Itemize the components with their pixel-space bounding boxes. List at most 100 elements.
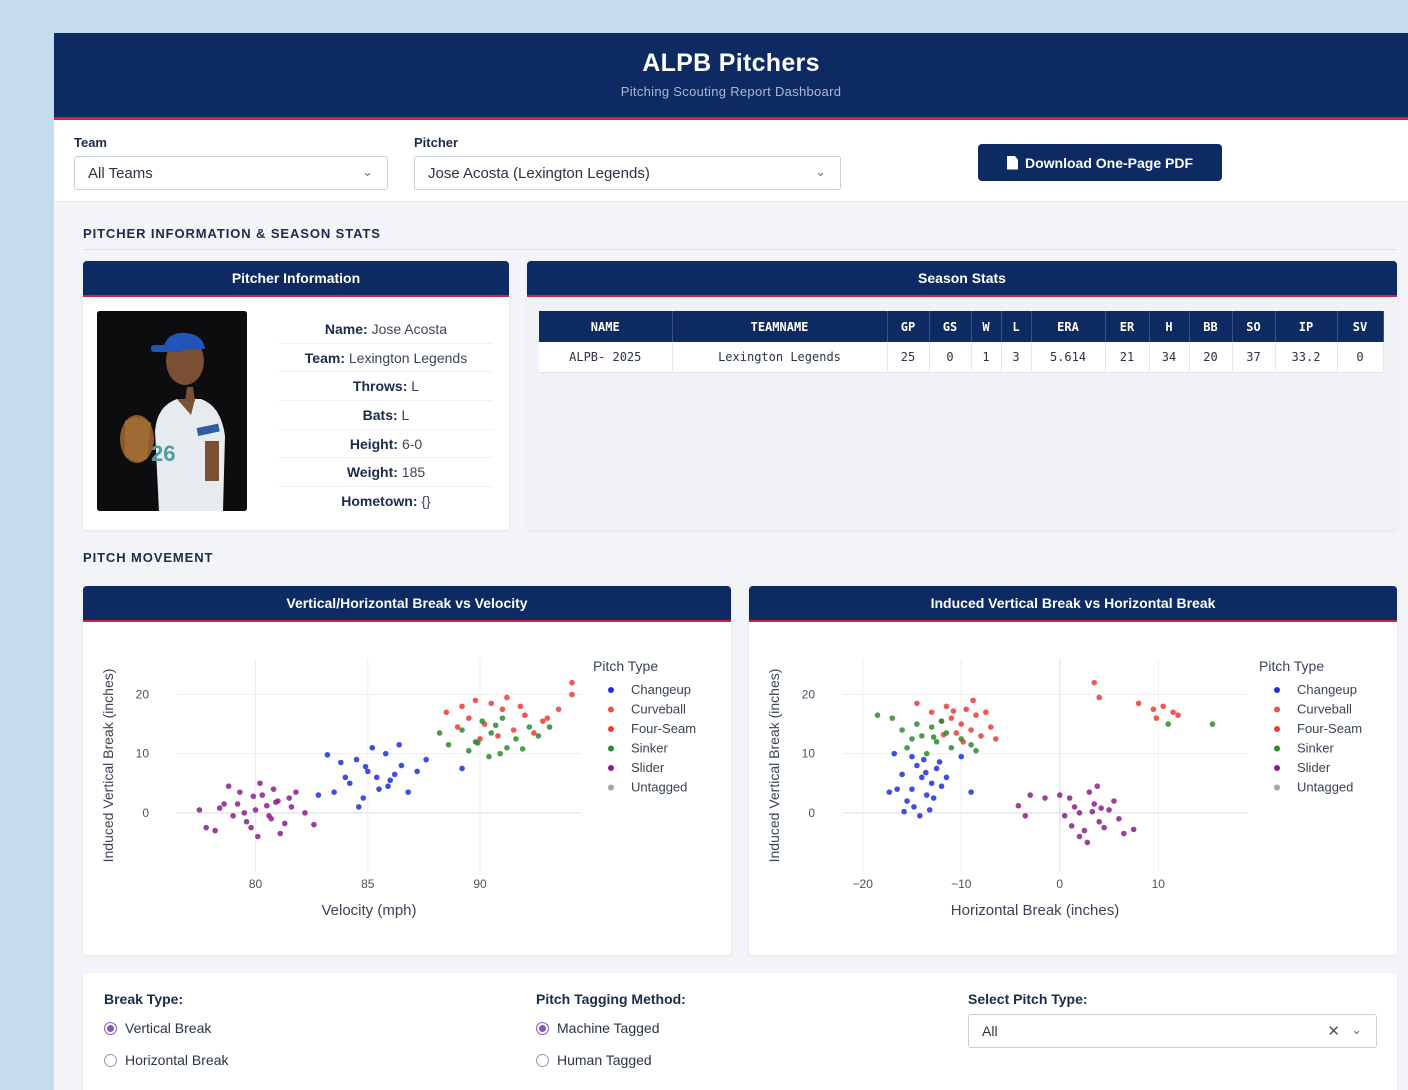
stats-col-era: ERA xyxy=(1031,311,1106,342)
legend-item-label: Untagged xyxy=(1297,780,1353,795)
data-point xyxy=(933,765,940,772)
data-point xyxy=(504,694,510,701)
data-point xyxy=(338,759,344,766)
radio-label: Horizontal Break xyxy=(125,1052,229,1068)
section-title-movement: PITCH MOVEMENT xyxy=(83,550,214,565)
data-point xyxy=(950,708,957,714)
radio-unselected-icon xyxy=(536,1053,549,1067)
top-controls: Team All Teams ⌄ Pitcher Jose Acosta (Le… xyxy=(54,120,1408,202)
data-point xyxy=(526,724,533,730)
document-icon xyxy=(1006,155,1018,170)
stats-col-teamname: TEAMNAME xyxy=(672,311,888,342)
data-point xyxy=(488,730,495,736)
data-point xyxy=(1027,792,1034,798)
data-point xyxy=(1042,795,1048,801)
team-select[interactable]: All Teams ⌄ xyxy=(74,156,388,190)
data-point xyxy=(899,727,905,733)
chart-legend: Pitch Type Changeup Curveball Four-Seam Sink… xyxy=(1259,658,1362,795)
pitch-type-select[interactable]: All ✕ ⌄ xyxy=(968,1014,1377,1048)
data-point xyxy=(958,753,965,760)
data-point xyxy=(216,805,223,811)
data-point xyxy=(930,795,937,801)
radio-machine-tagged[interactable]: Machine Tagged xyxy=(536,1020,659,1036)
data-point xyxy=(936,759,943,765)
radio-human-tagged[interactable]: Human Tagged xyxy=(536,1052,652,1068)
legend-marker xyxy=(608,726,614,732)
x-tick-label: 10 xyxy=(1152,877,1166,891)
data-point xyxy=(958,736,965,742)
data-point xyxy=(938,783,945,790)
data-point xyxy=(196,807,203,813)
radio-selected-icon xyxy=(536,1021,549,1035)
data-point xyxy=(1209,721,1216,727)
data-point xyxy=(1135,700,1142,707)
x-tick-label: 90 xyxy=(473,877,487,891)
data-point xyxy=(459,765,465,772)
chevron-down-icon[interactable]: ⌄ xyxy=(1351,1022,1362,1038)
legend-item-label: Curveball xyxy=(1297,702,1352,717)
stats-cell-teamname: Lexington Legends xyxy=(672,342,888,373)
data-point xyxy=(1076,810,1083,816)
data-point xyxy=(1130,826,1137,833)
download-pdf-button[interactable]: Download One-Page PDF xyxy=(978,144,1222,181)
data-point xyxy=(968,727,974,733)
data-point xyxy=(968,741,974,748)
data-point xyxy=(373,774,380,781)
data-point xyxy=(315,792,322,798)
data-point xyxy=(241,810,248,816)
data-point xyxy=(405,789,411,795)
legend-marker xyxy=(1274,706,1280,713)
series-sinker xyxy=(874,712,1216,757)
data-point xyxy=(398,762,405,769)
series-slider xyxy=(1015,783,1137,846)
team-label: Team xyxy=(74,135,107,150)
legend-marker xyxy=(1274,687,1280,693)
season-stats-card: Season Stats NAME TEAMNAME GP GS W L ERA… xyxy=(527,261,1397,530)
legend-item-label: Slider xyxy=(631,760,665,775)
data-point xyxy=(923,792,930,798)
data-point xyxy=(497,750,504,757)
pitcher-photo: 26 xyxy=(97,311,247,511)
data-point xyxy=(1175,712,1181,719)
stats-cell-bb: 20 xyxy=(1189,342,1233,373)
data-point xyxy=(488,700,495,707)
data-point xyxy=(909,786,915,792)
data-point xyxy=(1121,830,1127,837)
stats-col-sv: SV xyxy=(1337,311,1384,342)
data-point xyxy=(988,724,994,730)
data-point xyxy=(347,780,353,787)
legend-item-label: Slider xyxy=(1297,760,1331,775)
legend-title: Pitch Type xyxy=(593,658,658,674)
stats-cell-so: 37 xyxy=(1232,342,1276,373)
stats-col-l: L xyxy=(1001,311,1032,342)
series-four-seam xyxy=(914,679,1181,745)
data-point xyxy=(1091,679,1098,686)
info-row-name: Name: Jose Acosta xyxy=(279,315,493,344)
data-point xyxy=(943,774,950,781)
data-point xyxy=(362,763,369,770)
data-point xyxy=(1061,812,1068,819)
pitcher-info-list: Name: Jose Acosta Team: Lexington Legend… xyxy=(279,315,493,516)
legend-item-label: Untagged xyxy=(631,780,687,795)
radio-horizontal-break[interactable]: Horizontal Break xyxy=(104,1052,229,1068)
data-point xyxy=(874,712,881,719)
stats-cell-name: ALPB- 2025 xyxy=(539,342,673,373)
data-point xyxy=(486,753,492,760)
data-point xyxy=(510,727,517,733)
data-point xyxy=(914,762,920,769)
legend-item-label: Sinker xyxy=(631,741,669,756)
data-point xyxy=(1094,783,1101,790)
radio-vertical-break[interactable]: Vertical Break xyxy=(104,1020,211,1036)
stats-cell-er: 21 xyxy=(1105,342,1150,373)
team-select-value: All Teams xyxy=(88,165,153,182)
y-tick-label: 20 xyxy=(802,688,816,702)
data-point xyxy=(1015,802,1022,809)
data-point xyxy=(930,734,937,740)
velocity-chart-title: Vertical/Horizontal Break vs Velocity xyxy=(83,586,731,622)
stats-cell-gs: 0 xyxy=(929,342,972,373)
data-point xyxy=(465,747,472,754)
clear-icon[interactable]: ✕ xyxy=(1327,1022,1340,1040)
stats-cell-ip: 33.2 xyxy=(1275,342,1338,373)
data-point xyxy=(899,771,905,778)
pitcher-select[interactable]: Jose Acosta (Lexington Legends) ⌄ xyxy=(414,156,841,190)
